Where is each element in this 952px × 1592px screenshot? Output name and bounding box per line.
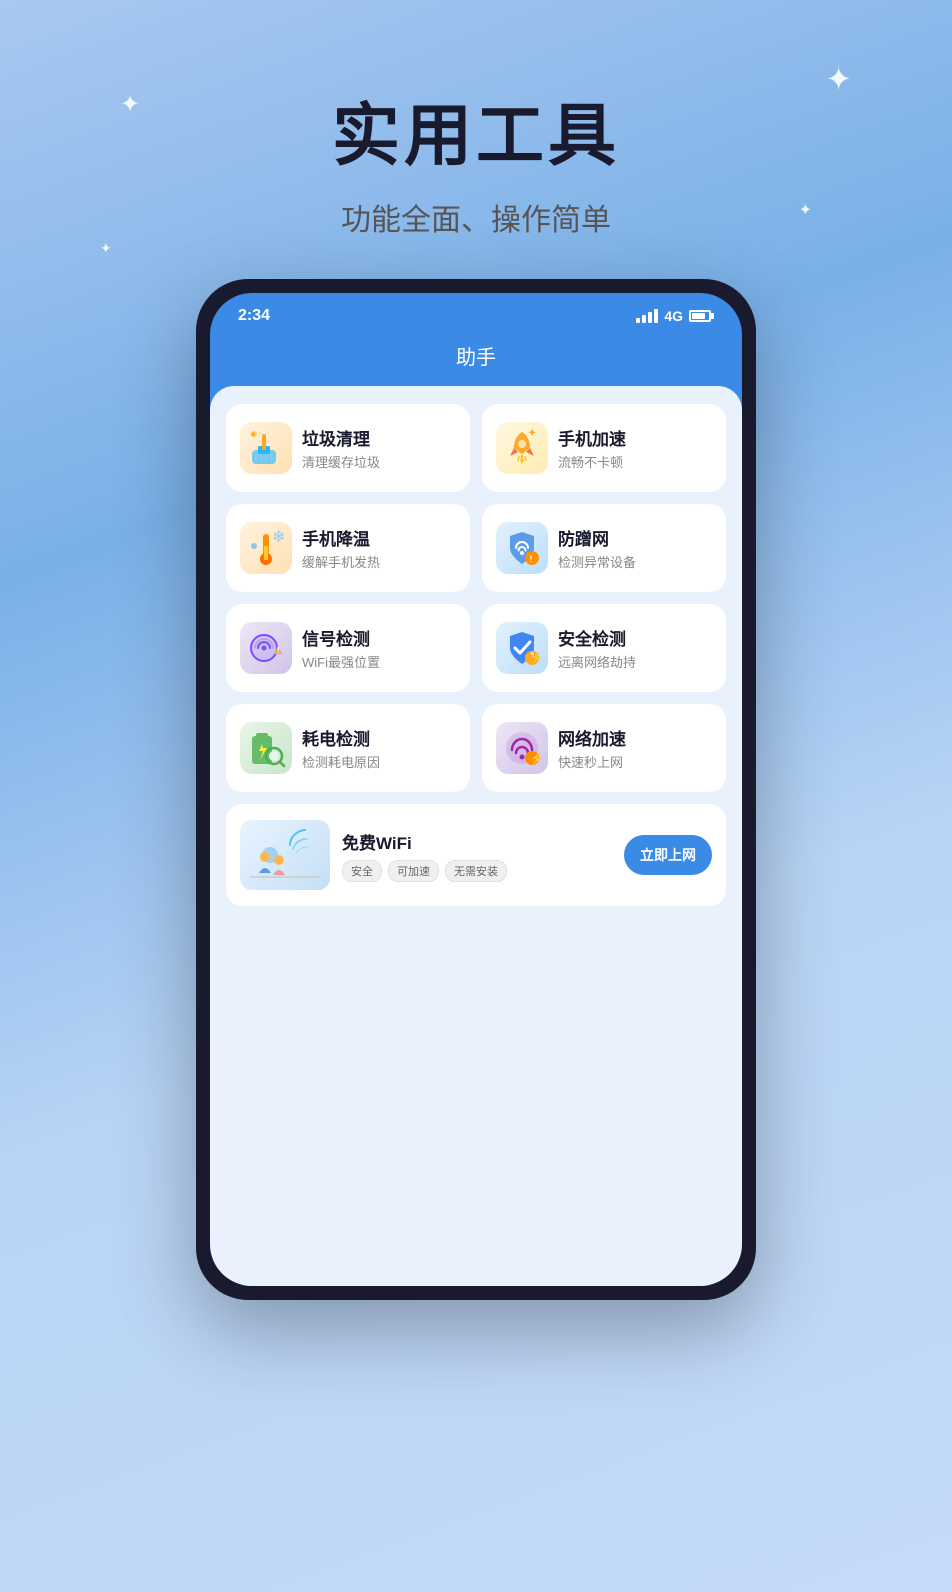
tool-row-2: ❄ 手机降温 缓解手机发热: [226, 504, 726, 592]
wifi-connect-button[interactable]: 立即上网: [624, 835, 712, 875]
tool-info-boost: 手机加速 流畅不卡顿: [558, 425, 626, 471]
tool-desc-battery: 检测耗电原因: [302, 752, 380, 771]
tool-name-signal: 信号检测: [302, 625, 380, 650]
phone-inner: 2:34 4G 助手: [210, 293, 742, 1286]
wifi-info: 免费WiFi 安全 可加速 无需安装: [342, 829, 612, 882]
wifi-title: 免费WiFi: [342, 829, 612, 854]
tool-info-battery: 耗电检测 检测耗电原因: [302, 725, 380, 771]
tool-card-phone-boost[interactable]: ✦ 手机加速 流畅不卡顿: [482, 404, 726, 492]
tool-card-anti-freeload[interactable]: ! 防蹭网 检测异常设备: [482, 504, 726, 592]
tool-card-security[interactable]: ⚡ 安全检测 远离网络劫持: [482, 604, 726, 692]
sparkle-icon: ✦: [120, 90, 140, 119]
tool-card-signal[interactable]: ! 信号检测 WiFi最强位置: [226, 604, 470, 692]
tool-desc-security: 远离网络劫持: [558, 652, 636, 671]
thermometer-icon: ❄: [240, 522, 292, 574]
tool-name-anti: 防蹭网: [558, 525, 636, 550]
wifi-tags: 安全 可加速 无需安装: [342, 860, 612, 882]
tool-row-3: ! 信号检测 WiFi最强位置: [226, 604, 726, 692]
tool-card-net-boost[interactable]: ⚡ 网络加速 快速秒上网: [482, 704, 726, 792]
svg-text:!: !: [277, 646, 280, 655]
tool-name-net-boost: 网络加速: [558, 725, 626, 750]
tool-info-signal: 信号检测 WiFi最强位置: [302, 625, 380, 671]
main-title: 实用工具: [332, 80, 620, 179]
tool-name-security: 安全检测: [558, 625, 636, 650]
status-bar: 2:34 4G: [210, 293, 742, 333]
tool-desc-junk: 清理缓存垃圾: [302, 452, 380, 471]
tool-info-security: 安全检测 远离网络劫持: [558, 625, 636, 671]
rocket-icon: ✦: [496, 422, 548, 474]
battery-search-icon: [240, 722, 292, 774]
sparkle-icon-2: ✦: [825, 60, 852, 98]
wifi-card[interactable]: 免费WiFi 安全 可加速 无需安装 立即上网: [226, 804, 726, 906]
signal-bars-icon: [636, 309, 658, 323]
content-area: ✦ 垃圾清理 清理缓存垃圾: [210, 386, 742, 1286]
svg-text:!: !: [530, 554, 533, 564]
phone-mockup: 2:34 4G 助手: [196, 279, 756, 1300]
wifi-illustration: [240, 820, 330, 890]
shield-wifi-icon: !: [496, 522, 548, 574]
tool-row-1: ✦ 垃圾清理 清理缓存垃圾: [226, 404, 726, 492]
tool-name-cool: 手机降温: [302, 525, 380, 550]
svg-text:✦: ✦: [528, 428, 536, 439]
svg-text:✦: ✦: [249, 430, 257, 441]
tool-name-boost: 手机加速: [558, 425, 626, 450]
tool-desc-anti: 检测异常设备: [558, 552, 636, 571]
app-title: 助手: [210, 333, 742, 386]
signal-icon: !: [240, 622, 292, 674]
status-right: 4G: [636, 308, 714, 324]
tool-desc-boost: 流畅不卡顿: [558, 452, 626, 471]
network-type: 4G: [664, 308, 683, 324]
security-shield-icon: ⚡: [496, 622, 548, 674]
wifi-tag-speed: 可加速: [388, 860, 439, 882]
status-time: 2:34: [238, 307, 270, 325]
sparkle-icon-3: ✦: [799, 200, 812, 220]
wifi-tag-noinstall: 无需安装: [445, 860, 507, 882]
battery-icon: [689, 310, 714, 322]
tool-desc-cool: 缓解手机发热: [302, 552, 380, 571]
tool-card-junk-clean[interactable]: ✦ 垃圾清理 清理缓存垃圾: [226, 404, 470, 492]
tool-desc-net-boost: 快速秒上网: [558, 752, 626, 771]
tool-row-4: 耗电检测 检测耗电原因: [226, 704, 726, 792]
svg-text:❄: ❄: [272, 529, 285, 546]
tool-info-net-boost: 网络加速 快速秒上网: [558, 725, 626, 771]
tool-name-battery: 耗电检测: [302, 725, 380, 750]
sub-title: 功能全面、操作简单: [332, 195, 620, 239]
wifi-tag-safe: 安全: [342, 860, 382, 882]
svg-text:⚡: ⚡: [530, 752, 544, 765]
sparkle-icon-4: ✦: [100, 240, 112, 257]
tool-info-anti: 防蹭网 检测异常设备: [558, 525, 636, 571]
header-section: 实用工具 功能全面、操作简单: [332, 0, 620, 239]
network-wifi-icon: ⚡: [496, 722, 548, 774]
tool-card-battery[interactable]: 耗电检测 检测耗电原因: [226, 704, 470, 792]
tool-card-cool-down[interactable]: ❄ 手机降温 缓解手机发热: [226, 504, 470, 592]
tool-desc-signal: WiFi最强位置: [302, 652, 380, 671]
svg-text:⚡: ⚡: [530, 651, 542, 664]
broom-icon: ✦: [240, 422, 292, 474]
tool-info-cool: 手机降温 缓解手机发热: [302, 525, 380, 571]
tool-name-junk: 垃圾清理: [302, 425, 380, 450]
tool-info-junk: 垃圾清理 清理缓存垃圾: [302, 425, 380, 471]
